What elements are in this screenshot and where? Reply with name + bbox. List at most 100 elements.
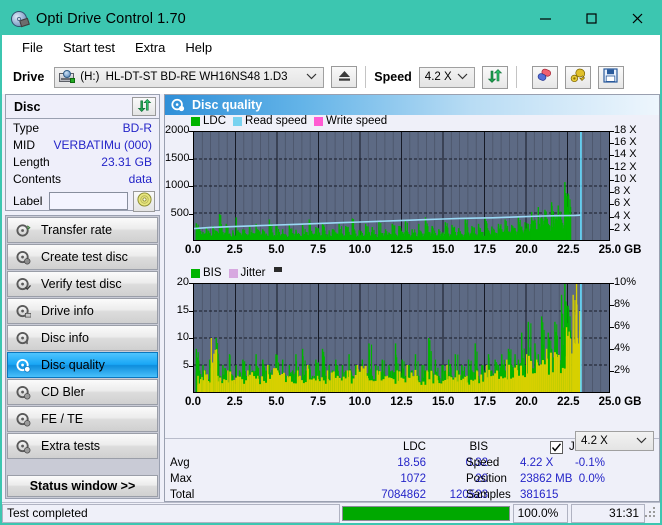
elapsed-time: 31:31 bbox=[571, 503, 646, 523]
ldc-ytick-mark bbox=[189, 213, 193, 215]
disc-row-mid: MID VERBATIMu (000) bbox=[6, 136, 159, 153]
sidebar-item-verify-test-disc[interactable]: Verify test disc bbox=[7, 271, 158, 297]
bis-ytick-mark bbox=[189, 283, 193, 284]
sidebar-label: Disc quality bbox=[41, 358, 105, 372]
disc-extra-icon bbox=[16, 439, 34, 454]
disc-label-input[interactable] bbox=[49, 192, 129, 210]
disc-key-type: Type bbox=[13, 120, 40, 135]
bis-y2tick-mark bbox=[610, 349, 614, 350]
tools-button[interactable] bbox=[564, 65, 591, 89]
sidebar-label: Verify test disc bbox=[41, 277, 122, 291]
optical-drive-icon bbox=[58, 70, 76, 84]
disc-verify-icon bbox=[16, 277, 34, 292]
disc-value-length: 23.31 GB bbox=[101, 154, 152, 169]
speed-label: Speed bbox=[374, 70, 412, 84]
menu-help[interactable]: Help bbox=[176, 38, 221, 57]
drive-name: HL-DT-ST BD-RE WH16NS48 1.D3 bbox=[105, 71, 288, 83]
bis-y2tick-mark bbox=[610, 283, 614, 284]
status-bar: Test completed 100.0% 31:31 bbox=[2, 502, 660, 523]
refresh-icon bbox=[487, 68, 503, 87]
speed-select[interactable]: 4.2 X bbox=[418, 66, 475, 88]
status-window-button[interactable]: Status window >> bbox=[7, 475, 158, 497]
sidebar-label: CD Bler bbox=[41, 385, 85, 399]
bis-y2tick-mark bbox=[610, 371, 614, 372]
eject-button[interactable] bbox=[331, 66, 358, 88]
bis-ytick-mark bbox=[189, 365, 193, 367]
disc-quality-icon bbox=[16, 358, 34, 373]
bis-y2tick: 6% bbox=[614, 320, 630, 332]
ldc-y2tick-mark bbox=[610, 192, 614, 194]
legend-label-jitter: Jitter bbox=[240, 267, 266, 279]
progress-bar-fill bbox=[343, 506, 509, 520]
ldc-y2tick: 16 X bbox=[614, 136, 637, 149]
ldc-ytick: 2000 bbox=[165, 124, 190, 136]
legend-label-read-speed: Read speed bbox=[245, 115, 308, 127]
sidebar-item-cd-bler[interactable]: CD Bler bbox=[7, 379, 158, 405]
sidebar-item-create-test-disc[interactable]: Create test disc bbox=[7, 244, 158, 270]
ldc-y2tick-mark bbox=[610, 179, 614, 181]
disc-key-length: Length bbox=[13, 154, 50, 169]
disc-value-type: BD-R bbox=[122, 120, 152, 135]
ldc-ytick-mark bbox=[189, 158, 193, 160]
drive-select[interactable]: (H:) HL-DT-ST BD-RE WH16NS48 1.D3 bbox=[54, 66, 325, 88]
maximize-button[interactable] bbox=[568, 2, 614, 35]
refresh-button[interactable] bbox=[481, 65, 508, 89]
sidebar-item-transfer-rate[interactable]: Transfer rate bbox=[7, 217, 158, 243]
legend-swatch-jitter bbox=[228, 268, 238, 278]
jitter-checkbox[interactable] bbox=[550, 441, 563, 454]
disc-label-button[interactable] bbox=[133, 190, 155, 212]
disc-info-icon bbox=[16, 331, 34, 346]
stats-samples-label: Samples bbox=[466, 489, 511, 501]
erase-button[interactable] bbox=[531, 65, 558, 89]
minimize-button[interactable] bbox=[522, 2, 568, 35]
sidebar-item-drive-info[interactable]: Drive info bbox=[7, 298, 158, 324]
ldc-ytick: 1500 bbox=[165, 151, 190, 164]
disc-quality-icon bbox=[171, 98, 185, 112]
bis-jitter-chart-legend: BIS Jitter bbox=[191, 267, 285, 279]
ldc-ytick: 500 bbox=[170, 206, 189, 219]
stats-samples-value: 381615 bbox=[520, 489, 559, 501]
drive-label: Drive bbox=[13, 70, 45, 84]
disc-row-contents: Contents data bbox=[6, 170, 159, 187]
bis-ytick-mark bbox=[189, 310, 193, 312]
save-button[interactable] bbox=[597, 65, 624, 89]
disc-label-caption: Label bbox=[13, 194, 43, 208]
panel-title: Disc quality bbox=[192, 98, 263, 112]
panel-header: Disc quality bbox=[165, 95, 659, 115]
disc-bler-icon bbox=[16, 385, 34, 400]
ldc-y2tick: 6 X bbox=[614, 197, 631, 210]
disc-refresh-button[interactable] bbox=[132, 97, 156, 116]
ldc-chart: LDC Read speed Write speed 500 1000 1500 20… bbox=[165, 115, 659, 267]
bis-y2tick-mark bbox=[610, 305, 614, 306]
bis-ytick: 20 bbox=[176, 276, 189, 288]
menu-start-test[interactable]: Start test bbox=[54, 38, 124, 57]
disc-header-label: Disc bbox=[14, 99, 41, 114]
speed-select-value: 4.2 X bbox=[424, 71, 452, 83]
ldc-y2tick-mark bbox=[610, 228, 614, 230]
ldc-y2tick-mark bbox=[610, 204, 614, 206]
sidebar-item-extra-tests[interactable]: Extra tests bbox=[7, 433, 158, 459]
ldc-y2tick: 8 X bbox=[614, 185, 631, 198]
eject-icon bbox=[337, 69, 352, 85]
bis-y2tick: 8% bbox=[614, 298, 630, 310]
menu-file[interactable]: File bbox=[13, 38, 52, 57]
stats-ldc-max: 1072 bbox=[400, 473, 426, 485]
legend-swatch-read-speed bbox=[233, 116, 243, 126]
sidebar-item-disc-quality[interactable]: Disc quality bbox=[7, 352, 158, 378]
legend-item-read-speed: Read speed bbox=[233, 115, 307, 127]
bis-y2tick: 4% bbox=[614, 342, 630, 354]
disc-drive-info-icon bbox=[16, 304, 34, 319]
sidebar-item-fe-te[interactable]: FE / TE bbox=[7, 406, 158, 432]
menu-extra[interactable]: Extra bbox=[126, 38, 174, 57]
close-button[interactable] bbox=[614, 2, 660, 35]
resize-grip[interactable] bbox=[645, 507, 657, 519]
ldc-y2tick: 4 X bbox=[614, 209, 631, 222]
menu-bar: File Start test Extra Help bbox=[2, 35, 660, 60]
sidebar-item-disc-info[interactable]: Disc info bbox=[7, 325, 158, 351]
bis-ytick-mark bbox=[189, 338, 193, 339]
test-speed-select[interactable]: 4.2 X bbox=[575, 431, 654, 451]
ldc-y2tick-mark bbox=[610, 167, 614, 169]
disc-key-mid: MID bbox=[13, 137, 35, 152]
bis-ytick: 15 bbox=[176, 303, 189, 316]
